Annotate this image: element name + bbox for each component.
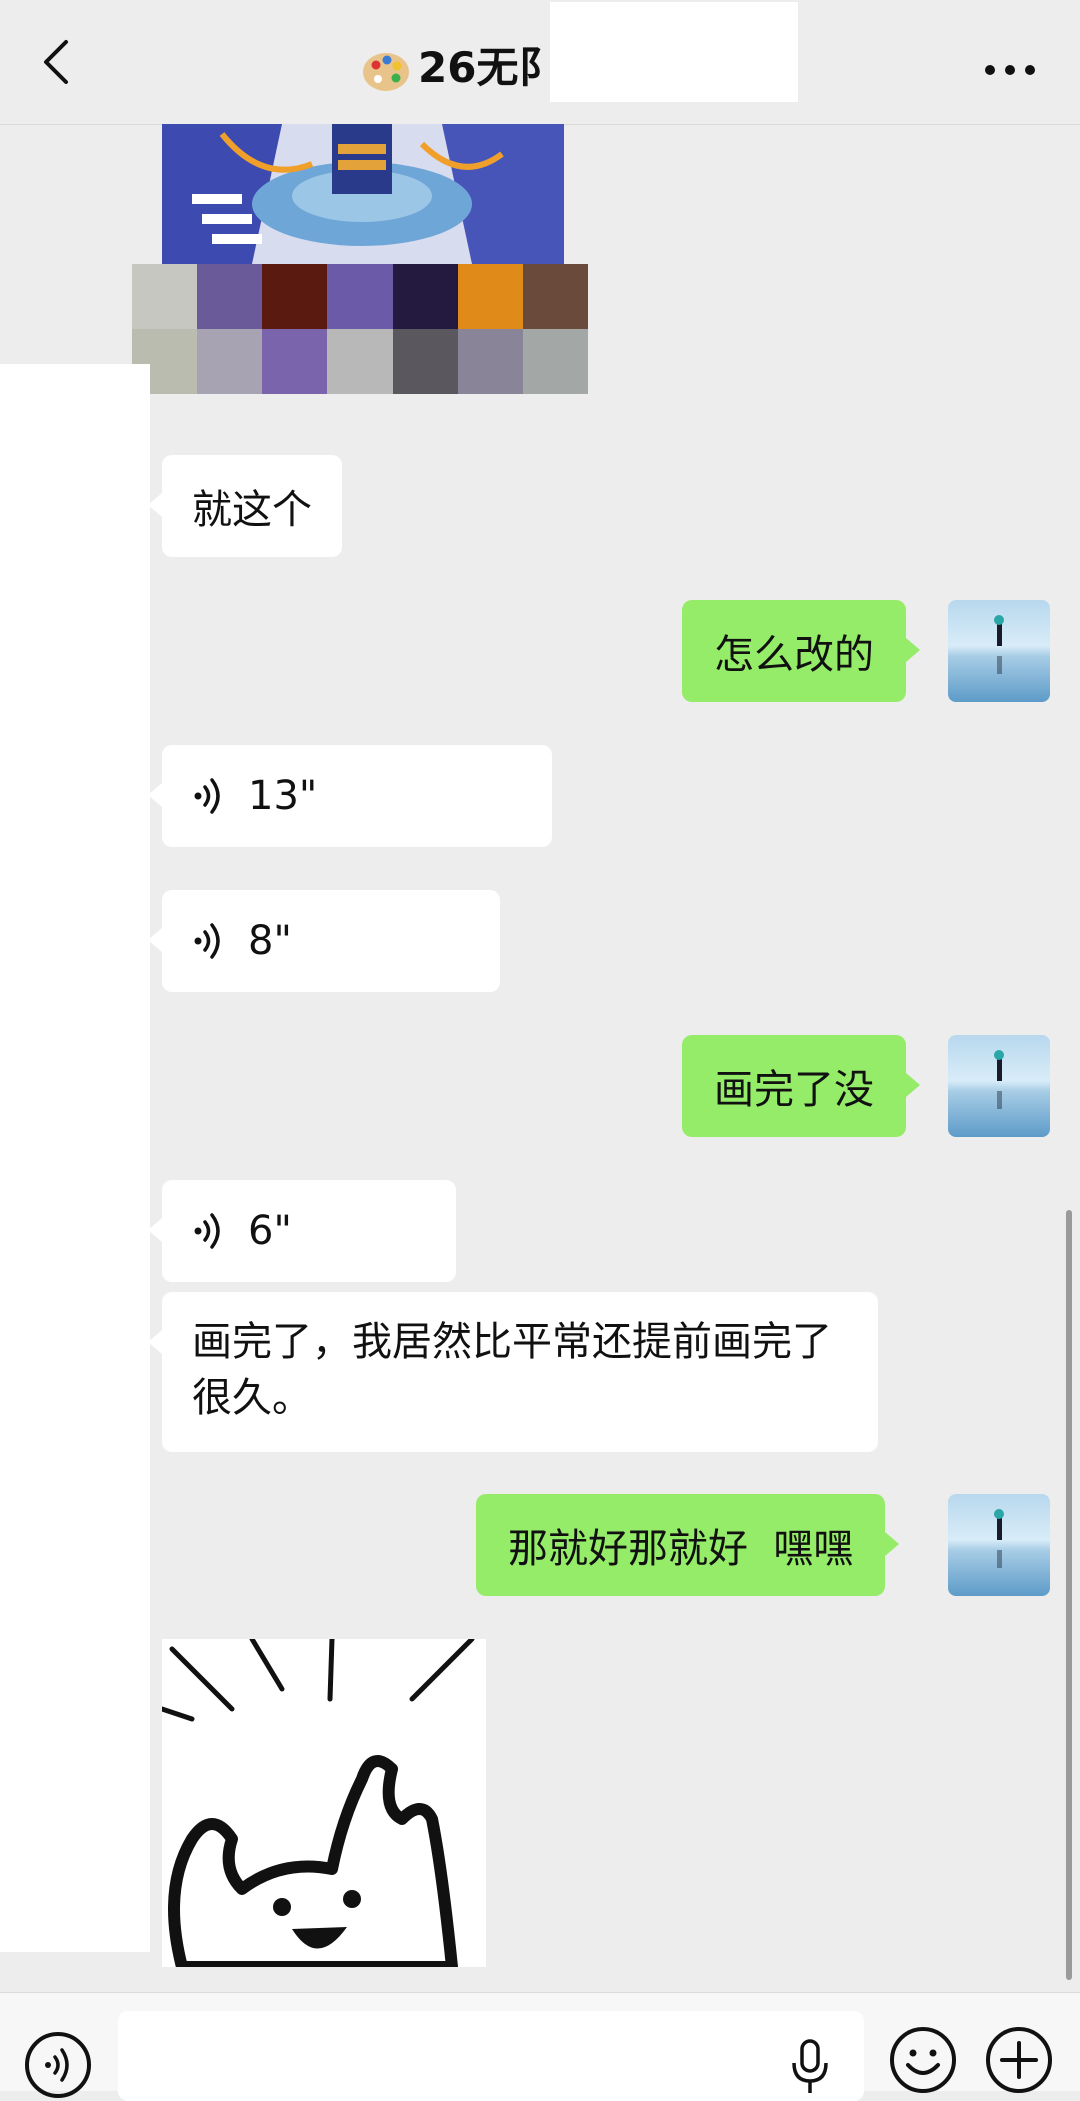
scrollbar[interactable] [1066, 1210, 1072, 1980]
message-bubble-outgoing[interactable]: 那就好那就好 嘿嘿 [476, 1494, 900, 1596]
input-bar [0, 1992, 1080, 2101]
redaction-block [550, 2, 798, 102]
redaction-block [0, 364, 150, 1952]
message-input[interactable] [118, 2011, 864, 2101]
voice-message[interactable]: 8" [148, 890, 500, 992]
message-text: 画完了，我居然比平常还提前画完了很久。 [192, 1319, 832, 1421]
voice-message[interactable]: 6" [148, 1180, 456, 1282]
message-text: 画完了没 [714, 1067, 874, 1113]
pixelated-image-area [132, 264, 588, 394]
chat-title: 26无阝 [360, 38, 560, 98]
message-bubble-incoming[interactable]: 画完了，我居然比平常还提前画完了很久。 [148, 1292, 878, 1452]
voice-wave-icon [194, 923, 220, 959]
smiley-icon[interactable] [888, 2025, 958, 2095]
message-bubble-outgoing[interactable]: 怎么改的 [682, 600, 920, 702]
avatar[interactable] [948, 1494, 1050, 1596]
message-text: 怎么改的 [714, 632, 874, 678]
chat-title-text: 26无阝 [418, 43, 561, 92]
voice-wave-icon [194, 1213, 220, 1249]
avatar[interactable] [948, 600, 1050, 702]
message-text: 那就好那就好 嘿嘿 [508, 1526, 854, 1572]
voice-duration: 8" [248, 918, 292, 964]
message-text: 就这个 [192, 487, 312, 533]
voice-duration: 13" [248, 773, 318, 819]
microphone-icon[interactable] [786, 2037, 834, 2097]
chevron-left-icon[interactable] [32, 34, 88, 90]
palette-icon [363, 52, 409, 91]
sticker-message[interactable] [162, 1639, 486, 1967]
avatar[interactable] [948, 1035, 1050, 1137]
voice-message[interactable]: 13" [148, 745, 552, 847]
plus-circle-icon[interactable] [984, 2025, 1054, 2095]
message-bubble-outgoing[interactable]: 画完了没 [682, 1035, 920, 1137]
chat-header: 26无阝 [0, 0, 1080, 125]
image-message[interactable] [162, 124, 564, 264]
message-list[interactable]: 就这个 怎么改的 13" 8" 画完了没 6" 画完了，我居然比平常还提前画完了… [0, 124, 1080, 1992]
voice-duration: 6" [248, 1208, 292, 1254]
voice-mode-icon[interactable] [22, 2029, 94, 2101]
message-bubble-incoming[interactable]: 就这个 [148, 455, 342, 557]
ellipsis-icon[interactable] [980, 50, 1040, 90]
voice-wave-icon [194, 778, 220, 814]
